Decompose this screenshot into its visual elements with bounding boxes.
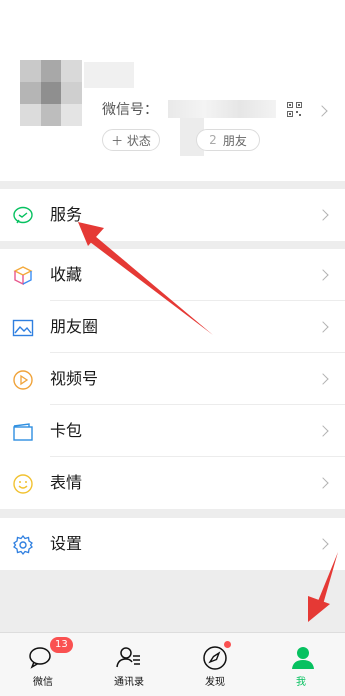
profile-chevron-right-icon: [316, 105, 328, 117]
tab-contacts[interactable]: 通讯录: [86, 633, 172, 696]
avatar[interactable]: [20, 60, 82, 126]
tab-label-chats: 微信: [33, 677, 53, 688]
services-group: 服务: [0, 189, 345, 241]
me-screen: 微信号： ＋ 状态 2 朋友 服务 收藏 朋友圈 视频号 卡包 表情 设置 13…: [0, 0, 345, 696]
menu-item-services[interactable]: 服务: [0, 189, 345, 241]
tab-label-contacts: 通讯录: [114, 677, 144, 688]
features-group: 收藏 朋友圈 视频号 卡包 表情: [0, 249, 345, 509]
tab-label-discover: 发现: [205, 677, 225, 688]
menu-label-cards: 卡包: [50, 421, 83, 440]
menu-item-moments[interactable]: 朋友圈: [0, 301, 345, 353]
menu-label-settings: 设置: [50, 534, 83, 553]
settings-gear-icon: [13, 534, 33, 556]
chevron-right-icon: [317, 373, 329, 385]
chevron-right-icon: [317, 477, 329, 489]
wechat-id-value: [168, 100, 276, 118]
chevron-right-icon: [317, 425, 329, 437]
menu-item-channels[interactable]: 视频号: [0, 353, 345, 405]
profile-header[interactable]: 微信号： ＋ 状态 2 朋友: [0, 0, 345, 181]
compass-icon: [203, 646, 227, 670]
qr-code-icon[interactable]: [287, 102, 302, 117]
chevron-right-icon: [317, 269, 329, 281]
wallet-card-icon: [13, 423, 33, 441]
unread-badge: 13: [50, 637, 73, 653]
status-button[interactable]: ＋ 状态: [102, 129, 160, 151]
me-person-icon: [292, 647, 314, 669]
menu-label-stickers: 表情: [50, 473, 83, 492]
menu-item-favorites[interactable]: 收藏: [0, 249, 345, 301]
friends-button[interactable]: 2 朋友: [196, 129, 260, 151]
friends-label: 朋友: [222, 133, 247, 148]
new-dot: [224, 641, 231, 648]
favorites-cube-icon: [13, 266, 33, 286]
contacts-person-icon: [116, 647, 140, 668]
bottom-tab-bar: 13 微信 通讯录 发现 我: [0, 632, 345, 696]
sticker-smiley-icon: [13, 474, 33, 494]
channels-play-icon: [13, 370, 33, 390]
menu-label-favorites: 收藏: [50, 265, 83, 284]
chevron-right-icon: [317, 538, 329, 550]
menu-label-channels: 视频号: [50, 369, 99, 388]
tab-label-me: 我: [296, 677, 306, 688]
tab-discover[interactable]: 发现: [172, 633, 258, 696]
menu-item-cards[interactable]: 卡包: [0, 405, 345, 457]
nickname-blur: [84, 62, 134, 88]
menu-item-stickers[interactable]: 表情: [0, 457, 345, 509]
annotation-arrow-head-me: [308, 596, 330, 622]
tab-me[interactable]: 我: [258, 633, 344, 696]
services-icon: [13, 206, 33, 224]
menu-item-settings[interactable]: 设置: [0, 518, 345, 570]
tab-chats[interactable]: 13 微信: [0, 633, 86, 696]
menu-label-moments: 朋友圈: [50, 317, 99, 336]
settings-group: 设置: [0, 518, 345, 570]
menu-label-services: 服务: [50, 205, 83, 224]
friends-count: 2: [209, 133, 217, 147]
chevron-right-icon: [317, 209, 329, 221]
moments-image-icon: [12, 319, 34, 337]
wechat-id-label: 微信号：: [102, 102, 158, 118]
chevron-right-icon: [317, 321, 329, 333]
